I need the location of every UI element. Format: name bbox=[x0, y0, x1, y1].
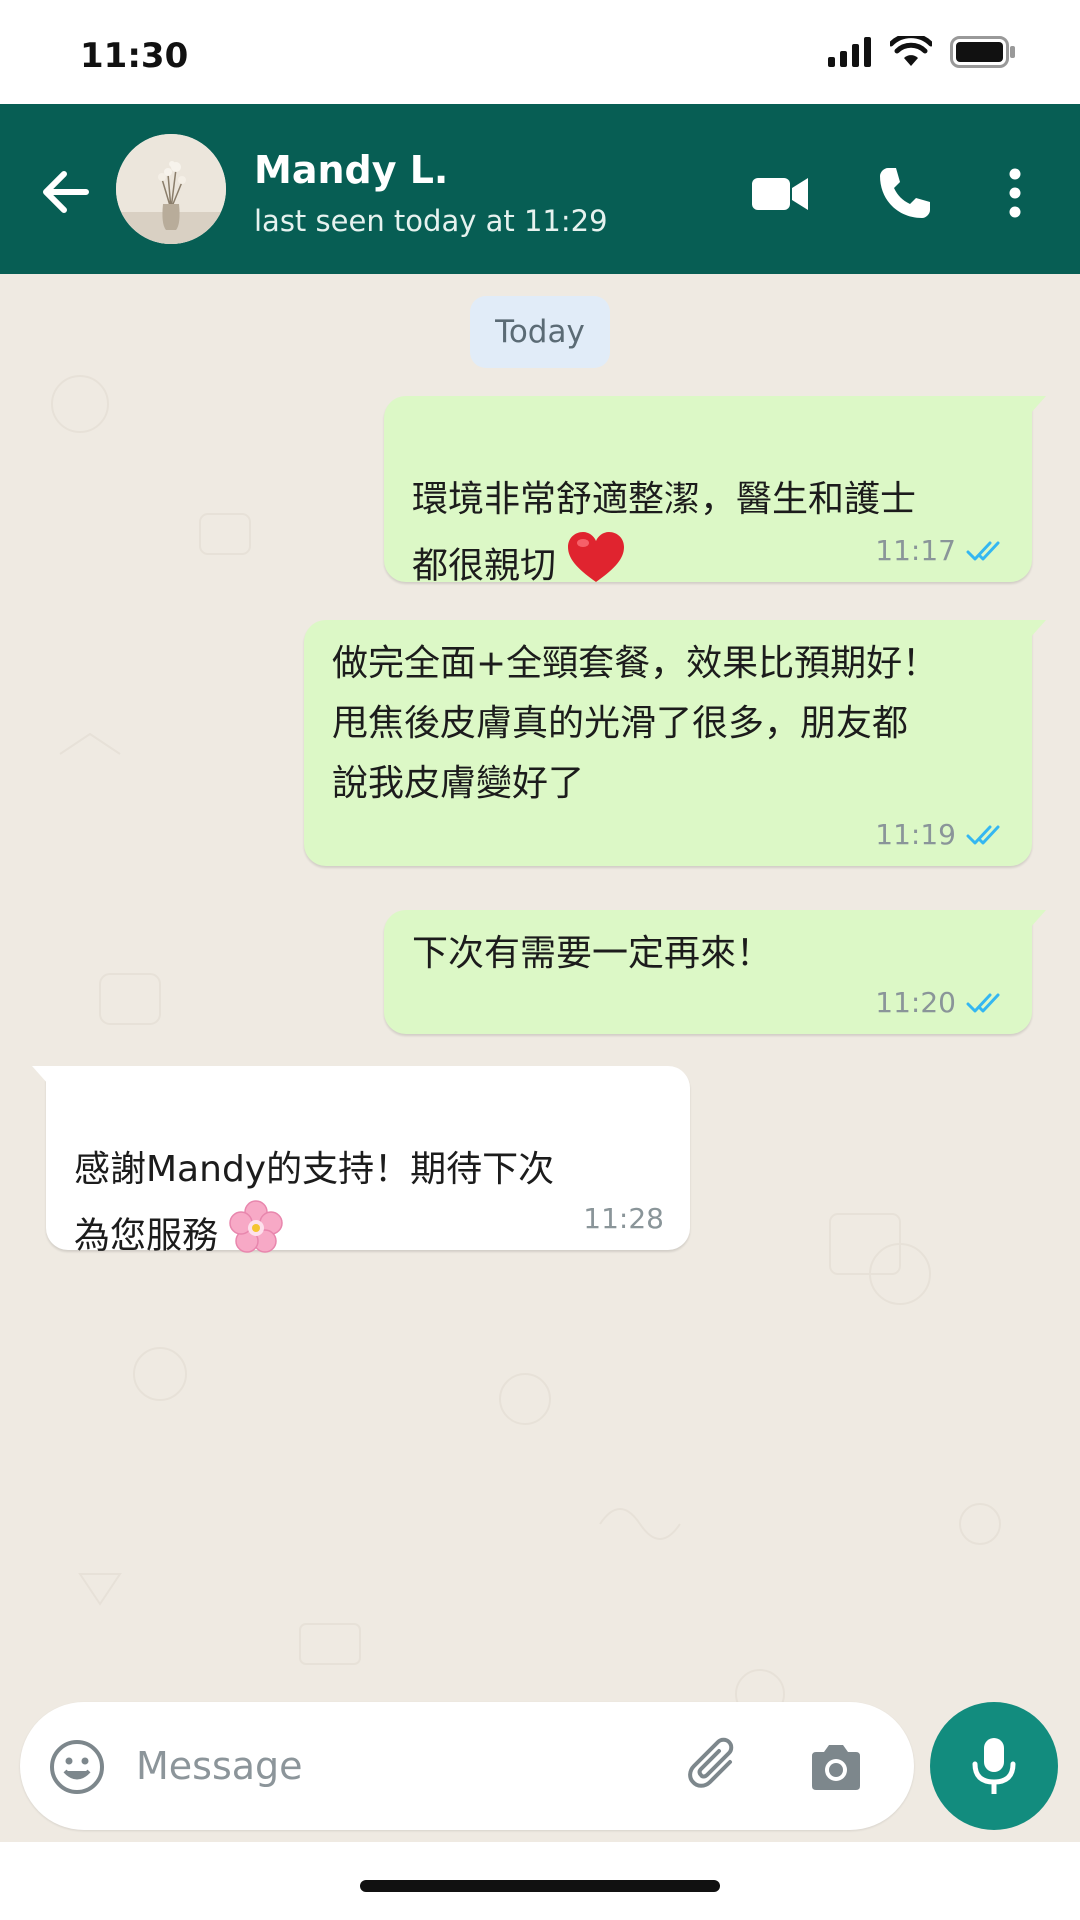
contact-last-seen: last seen today at 11:29 bbox=[254, 204, 608, 238]
message-input[interactable] bbox=[136, 1732, 656, 1800]
more-vert-icon[interactable] bbox=[990, 158, 1040, 228]
home-area bbox=[0, 1842, 1080, 1920]
message-text: 感謝Mandy的支持！期待下次 為您服務 bbox=[74, 1080, 554, 1275]
read-double-check-icon bbox=[966, 541, 1000, 561]
message-bubble-outgoing[interactable]: 下次有需要一定再來！ 11:20 bbox=[384, 910, 1046, 1034]
date-separator: Today bbox=[470, 296, 610, 368]
message-meta: 11:28 bbox=[583, 1202, 664, 1236]
bubble-tail bbox=[32, 1066, 56, 1084]
avatar[interactable] bbox=[116, 134, 226, 244]
message-bubble-outgoing[interactable]: 環境非常舒適整潔，醫生和護士 都很親切 11:17 bbox=[384, 396, 1046, 587]
signal-icon bbox=[828, 37, 871, 67]
status-time: 11:30 bbox=[80, 36, 189, 76]
bubble-tail bbox=[1022, 620, 1046, 638]
microphone-icon bbox=[972, 1738, 1016, 1794]
message-input-bar bbox=[0, 1692, 1080, 1842]
message-time: 11:20 bbox=[875, 986, 956, 1019]
message-meta: 11:20 bbox=[875, 986, 1006, 1020]
camera-icon[interactable] bbox=[806, 1738, 866, 1798]
attachment-icon[interactable] bbox=[686, 1736, 746, 1796]
message-text: 下次有需要一定再來！ bbox=[412, 933, 773, 974]
message-text: 環境非常舒適整潔，醫生和護士 都很親切 bbox=[412, 410, 916, 605]
chat-area[interactable]: Today 環境非常舒適整潔，醫生和護士 都很親切 11:17 做完全面+全頸套… bbox=[0, 274, 1080, 1842]
message-meta: 11:17 bbox=[875, 534, 1006, 568]
message-meta: 11:19 bbox=[875, 818, 1006, 852]
red-heart-icon bbox=[566, 530, 626, 605]
vase-avatar-icon bbox=[116, 134, 226, 244]
contact-name[interactable]: Mandy L. bbox=[254, 148, 448, 192]
chat-header: Mandy L. last seen today at 11:29 bbox=[0, 104, 1080, 274]
message-composer bbox=[20, 1702, 914, 1830]
phone-icon[interactable] bbox=[870, 158, 940, 228]
video-call-icon[interactable] bbox=[746, 158, 816, 228]
message-bubble-incoming[interactable]: 感謝Mandy的支持！期待下次 為您服務 11:28 bbox=[32, 1066, 690, 1257]
message-time: 11:17 bbox=[875, 534, 956, 567]
message-time: 11:19 bbox=[875, 818, 956, 851]
emoji-icon[interactable] bbox=[48, 1738, 106, 1796]
message-bubble-outgoing[interactable]: 做完全面+全頸套餐，效果比預期好！ 甩焦後皮膚真的光滑了很多，朋友都 說我皮膚變… bbox=[304, 620, 1046, 866]
message-text-body: 環境非常舒適整潔，醫生和護士 都很親切 bbox=[412, 479, 917, 587]
status-bar: 11:30 bbox=[0, 0, 1080, 104]
voice-message-button[interactable] bbox=[930, 1702, 1058, 1830]
wifi-icon bbox=[890, 36, 932, 66]
cherry-blossom-icon bbox=[228, 1200, 284, 1275]
battery-icon bbox=[950, 36, 1015, 68]
message-text: 做完全面+全頸套餐，效果比預期好！ 甩焦後皮膚真的光滑了很多，朋友都 說我皮膚變… bbox=[332, 643, 939, 804]
home-indicator[interactable] bbox=[360, 1880, 720, 1892]
bubble-tail bbox=[1022, 396, 1046, 414]
message-text-body: 感謝Mandy的支持！期待下次 為您服務 bbox=[74, 1149, 555, 1257]
bubble-tail bbox=[1022, 910, 1046, 928]
read-double-check-icon bbox=[966, 993, 1000, 1013]
back-arrow-icon[interactable] bbox=[36, 162, 96, 222]
status-icons bbox=[828, 36, 1016, 68]
read-double-check-icon bbox=[966, 825, 1000, 845]
message-time: 11:28 bbox=[583, 1202, 664, 1235]
